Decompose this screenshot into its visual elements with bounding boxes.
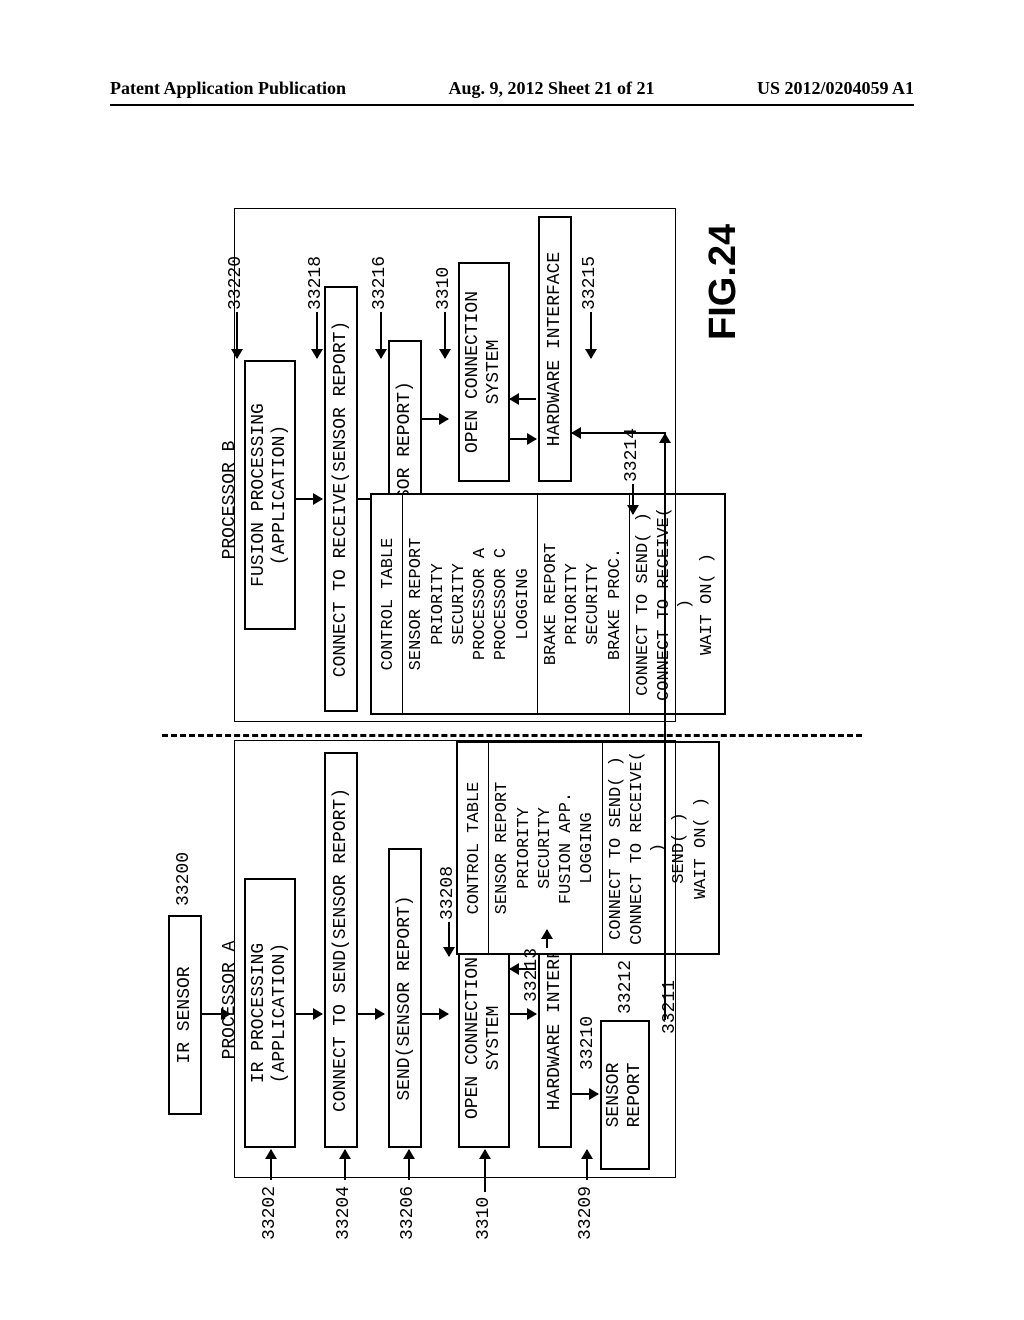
ctable-left-g2-3: WAIT ON( )	[691, 751, 712, 945]
ir-sensor-label: IR SENSOR	[175, 966, 196, 1063]
ref-33204: 33204	[334, 1186, 354, 1240]
header-rule	[110, 104, 914, 106]
arrow-sensor-to-hw-r	[664, 434, 666, 1020]
ir-sensor-box: IR SENSOR	[168, 915, 202, 1115]
page-header: Patent Application Publication Aug. 9, 2…	[110, 78, 914, 99]
processor-b-frame	[234, 208, 676, 722]
ref-33202: 33202	[260, 1186, 280, 1240]
ref-33200: 33200	[174, 852, 194, 906]
header-right: US 2012/0204059 A1	[757, 78, 914, 99]
ref-33209: 33209	[576, 1186, 596, 1240]
figure-label: FIG.24	[702, 224, 745, 340]
arrow-up-to-hw-r	[572, 432, 666, 434]
processor-a-frame	[234, 740, 676, 1178]
column-divider	[162, 734, 862, 737]
diagram-canvas: PROCESSOR A PROCESSOR B IR SENSOR 33200 …	[162, 170, 862, 1270]
page: Patent Application Publication Aug. 9, 2…	[0, 0, 1024, 1320]
header-left: Patent Application Publication	[110, 78, 346, 99]
header-mid: Aug. 9, 2012 Sheet 21 of 21	[449, 78, 655, 99]
arrow-ir-to-proc	[202, 1013, 230, 1015]
ctable-right-g3-2: WAIT ON( )	[697, 503, 718, 705]
ref-33206: 33206	[398, 1186, 418, 1240]
ref-3310-l: 3310	[474, 1197, 494, 1240]
